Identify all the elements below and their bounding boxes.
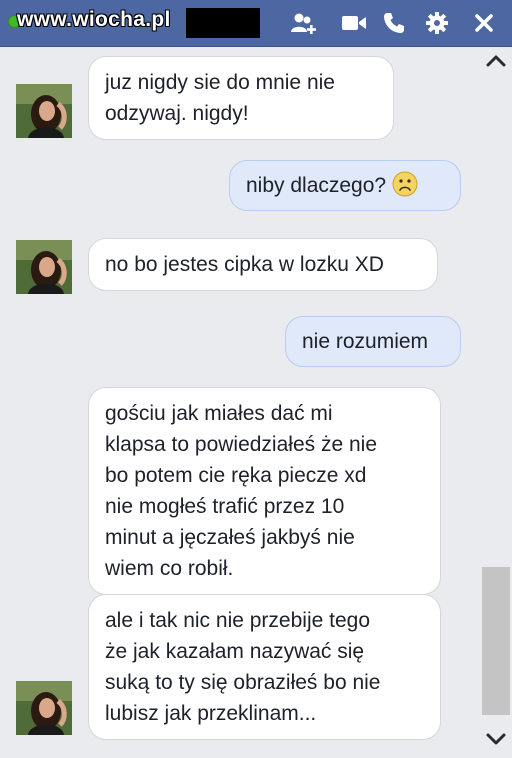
phone-icon[interactable] bbox=[380, 9, 408, 37]
add-friend-icon[interactable] bbox=[290, 9, 318, 37]
incoming-message: no bo jestes cipka w lozku XD bbox=[88, 238, 438, 291]
message-text: niby dlaczego? bbox=[246, 174, 387, 197]
incoming-message: juz nigdy sie do mnie nie odzywaj. nigdy… bbox=[88, 56, 394, 140]
outgoing-message: nie rozumiem bbox=[285, 316, 461, 367]
incoming-message: ale i tak nic nie przebije tego że jak k… bbox=[88, 594, 441, 740]
close-icon[interactable] bbox=[470, 9, 498, 37]
message-text: juz nigdy sie do mnie nie odzywaj. nigdy… bbox=[105, 71, 335, 125]
frown-emoji-icon bbox=[392, 171, 418, 197]
chevron-up-icon[interactable] bbox=[484, 50, 508, 72]
watermark: www.wiocha.pl bbox=[17, 8, 171, 31]
chevron-down-icon[interactable] bbox=[484, 728, 508, 750]
message-text: gościu jak miałes dać mi klapsa to powie… bbox=[105, 402, 377, 580]
chat-header: www.wiocha.pl bbox=[0, 0, 512, 47]
message-text: no bo jestes cipka w lozku XD bbox=[105, 253, 384, 276]
outgoing-message: niby dlaczego? bbox=[229, 160, 461, 211]
message-text: ale i tak nic nie przebije tego że jak k… bbox=[105, 609, 381, 725]
contact-avatar[interactable] bbox=[16, 84, 72, 138]
gear-icon[interactable] bbox=[423, 9, 451, 37]
video-call-icon[interactable] bbox=[340, 9, 368, 37]
contact-avatar[interactable] bbox=[16, 681, 72, 735]
message-text: nie rozumiem bbox=[302, 330, 429, 353]
contact-avatar[interactable] bbox=[16, 240, 72, 294]
scrollbar-thumb[interactable] bbox=[482, 567, 510, 715]
incoming-message: gościu jak miałes dać mi klapsa to powie… bbox=[88, 387, 441, 595]
redacted-contact-name bbox=[186, 8, 260, 38]
